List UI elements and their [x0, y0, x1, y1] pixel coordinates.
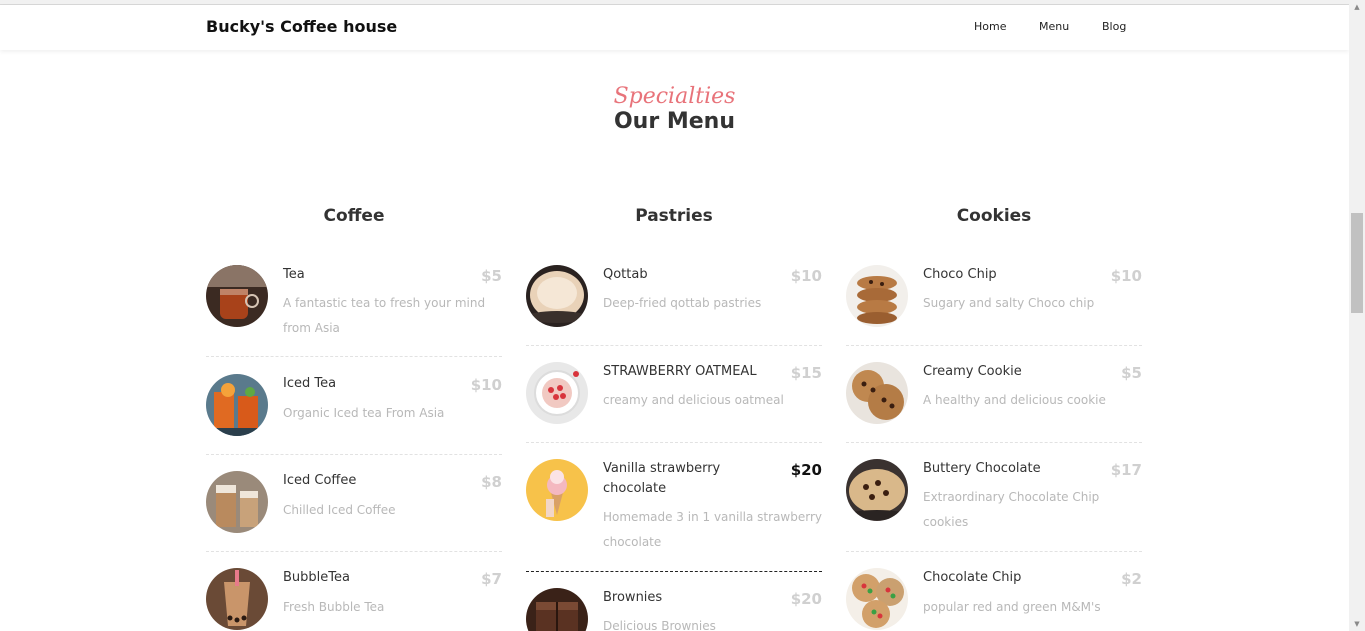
- item-divider: [206, 551, 502, 552]
- chocolate-chip-image: [846, 568, 908, 630]
- item-description: Extraordinary Chocolate Chip cookies: [923, 490, 1100, 529]
- item-name: STRAWBERRY OATMEAL: [603, 364, 757, 379]
- ice-cream-image: [526, 459, 588, 521]
- item-divider: [526, 442, 822, 443]
- item-divider-active: [526, 571, 822, 572]
- item-divider: [206, 454, 502, 455]
- item-description: creamy and delicious oatmeal: [603, 393, 784, 407]
- item-description: Fresh Bubble Tea: [283, 600, 385, 614]
- item-price: $10: [470, 376, 502, 394]
- item-divider: [846, 442, 1142, 443]
- column-title: Coffee: [323, 206, 385, 226]
- oatmeal-image: [526, 362, 588, 424]
- item-name: Tea: [283, 267, 305, 282]
- item-name: Buttery Chocolate: [923, 461, 1041, 476]
- item-price: $5: [481, 267, 502, 285]
- item-name: Chocolate Chip: [923, 570, 1022, 585]
- page: Bucky's Coffee house Home Menu Blog Spec…: [0, 0, 1349, 631]
- scroll-up-arrow-icon[interactable]: ▲: [1349, 0, 1365, 14]
- item-divider: [846, 551, 1142, 552]
- item-price: $5: [1121, 364, 1142, 382]
- menu-column-cookies: Cookies Choco Chip $10 Sugary and salty …: [846, 0, 1142, 631]
- column-title: Pastries: [635, 206, 713, 226]
- item-divider: [206, 356, 502, 357]
- item-price: $10: [790, 267, 822, 285]
- menu-column-coffee: Coffee Tea $5 A fantastic tea to fresh y…: [206, 0, 502, 631]
- item-name: Creamy Cookie: [923, 364, 1022, 379]
- item-description: Delicious Brownies: [603, 619, 716, 631]
- item-description: Homemade 3 in 1 vanilla strawberry choco…: [603, 510, 822, 549]
- item-price: $15: [790, 364, 822, 382]
- choco-chip-image: [846, 265, 908, 327]
- scrollbar-thumb[interactable]: [1351, 213, 1363, 313]
- item-name: Choco Chip: [923, 267, 997, 282]
- item-divider: [846, 345, 1142, 346]
- item-price: $17: [1110, 461, 1142, 479]
- item-description: Chilled Iced Coffee: [283, 503, 396, 517]
- item-description: popular red and green M&M's: [923, 600, 1101, 614]
- iced-tea-image: [206, 374, 268, 436]
- iced-coffee-image: [206, 471, 268, 533]
- bubble-tea-image: [206, 568, 268, 630]
- item-name: Iced Tea: [283, 376, 337, 391]
- menu-column-pastries: Pastries Qottab $10 Deep-fried qottab pa…: [526, 0, 822, 631]
- item-price: $2: [1121, 570, 1142, 588]
- item-price: $20: [790, 590, 822, 608]
- item-description: A healthy and delicious cookie: [923, 393, 1106, 407]
- item-price: $8: [481, 473, 502, 491]
- item-name: Iced Coffee: [283, 473, 357, 488]
- item-description: Sugary and salty Choco chip: [923, 296, 1095, 310]
- scroll-down-arrow-icon[interactable]: ▼: [1349, 617, 1365, 631]
- page-scrollbar[interactable]: ▲ ▼: [1349, 0, 1365, 631]
- item-description: Organic Iced tea From Asia: [283, 406, 445, 420]
- item-price: $20: [790, 461, 822, 479]
- item-name: BubbleTea: [283, 570, 350, 585]
- column-title: Cookies: [956, 206, 1032, 226]
- item-price: $7: [481, 570, 502, 588]
- item-name: Brownies: [603, 590, 663, 605]
- tea-image: [206, 265, 268, 327]
- item-description: A fantastic tea to fresh your mind from …: [283, 296, 486, 335]
- item-name: Qottab: [603, 267, 648, 282]
- item-divider: [526, 345, 822, 346]
- creamy-cookie-image: [846, 362, 908, 424]
- brownies-image: [526, 588, 588, 631]
- buttery-chocolate-image: [846, 459, 908, 521]
- qottab-image: [526, 265, 588, 327]
- item-description: Deep-fried qottab pastries: [603, 296, 762, 310]
- item-price: $10: [1110, 267, 1142, 285]
- item-name: Vanilla strawberry chocolate: [603, 461, 721, 496]
